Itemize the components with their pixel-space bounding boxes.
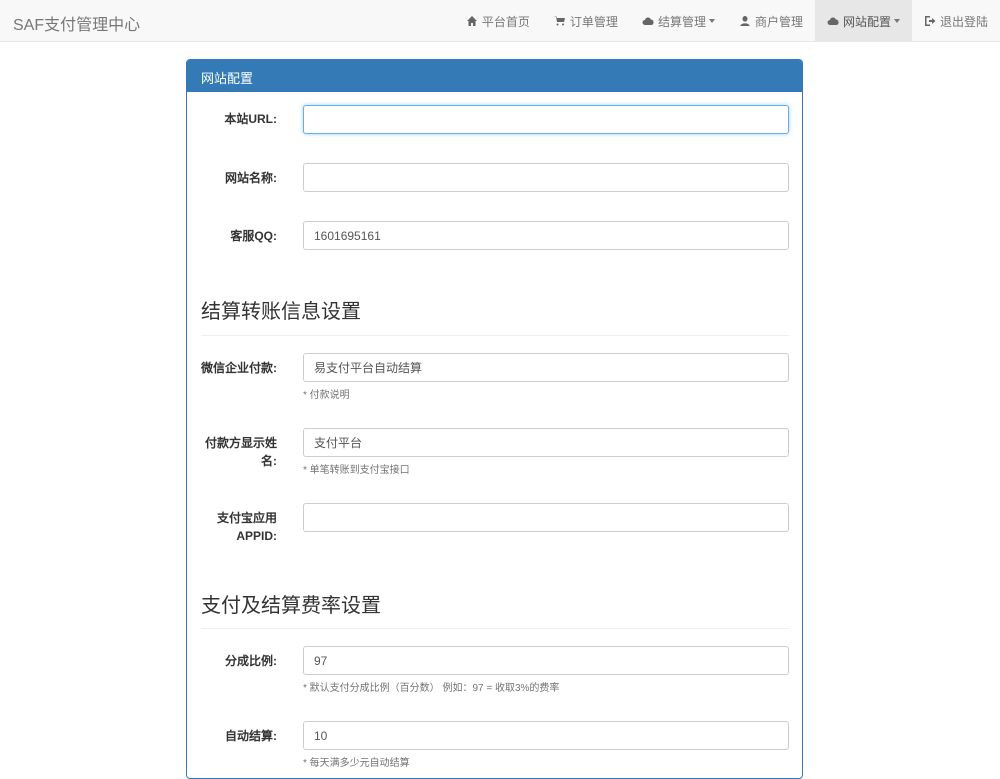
nav-label-site-config: 网站配置 <box>842 14 891 29</box>
section-title-transfer: 结算转账信息设置 <box>201 301 361 323</box>
nav-item-site-config[interactable]: 网站配置 <box>814 0 912 42</box>
alipay-appid-label: 支付宝应用APPID: <box>216 511 277 543</box>
nav-label-orders: 订单管理 <box>569 14 618 29</box>
qq-input[interactable] <box>303 221 789 250</box>
nav-item-logout[interactable]: 退出登陆 <box>912 0 1000 42</box>
user-icon <box>740 16 750 26</box>
wx-pay-input[interactable] <box>303 353 789 382</box>
site-url-input[interactable] <box>303 105 789 134</box>
home-icon <box>466 16 477 26</box>
section-title-rate: 支付及结算费率设置 <box>201 595 381 617</box>
wx-pay-help: * 付款说明 <box>303 390 350 401</box>
section-divider <box>201 335 789 336</box>
wx-pay-label: 微信企业付款: <box>201 361 277 375</box>
auto-settle-help: * 每天满多少元自动结算 <box>303 758 410 769</box>
site-url-label: 本站URL: <box>224 112 277 126</box>
site-name-input[interactable] <box>303 163 789 192</box>
site-config-panel: 网站配置 本站URL: 网站名称: 客服QQ: 结算转账信息设置 微信企业付款:… <box>186 59 803 779</box>
chevron-down-icon <box>708 19 715 23</box>
payer-name-help: * 单笔转账到支付宝接口 <box>303 465 410 476</box>
split-ratio-help: * 默认支付分成比例（百分数） 例如：97 = 收取3%的费率 <box>303 683 560 694</box>
split-ratio-label: 分成比例: <box>225 654 277 668</box>
nav-label-merchants: 商户管理 <box>754 14 803 29</box>
section-divider <box>201 628 789 629</box>
nav-item-settlement[interactable]: 结算管理 <box>630 0 727 42</box>
panel-title: 网站配置 <box>187 60 802 92</box>
nav-label-home: 平台首页 <box>481 14 530 29</box>
nav-item-orders[interactable]: 订单管理 <box>542 0 630 42</box>
main-nav: 平台首页 订单管理 结算管理 商户管理 网站配置 退出登陆 <box>454 0 1000 42</box>
cart-icon <box>553 16 565 26</box>
cloud-icon <box>827 17 839 25</box>
nav-item-merchants[interactable]: 商户管理 <box>727 0 815 42</box>
cloud-icon <box>642 17 654 25</box>
split-ratio-input[interactable] <box>303 646 789 675</box>
nav-item-home[interactable]: 平台首页 <box>454 0 542 42</box>
site-name-label: 网站名称: <box>225 171 277 185</box>
alipay-appid-input[interactable] <box>303 503 789 532</box>
payer-name-input[interactable] <box>303 428 789 457</box>
auto-settle-label: 自动结算: <box>225 729 277 743</box>
nav-label-logout: 退出登陆 <box>939 14 988 29</box>
payer-name-label: 付款方显示姓名: <box>204 436 277 468</box>
top-navbar: SAF支付管理中心 平台首页 订单管理 结算管理 商户管理 网站配置 退出登陆 <box>0 0 1000 42</box>
auto-settle-input[interactable] <box>303 721 789 750</box>
chevron-down-icon <box>893 19 900 23</box>
qq-label: 客服QQ: <box>230 229 277 243</box>
logout-icon <box>924 16 936 26</box>
brand-title[interactable]: SAF支付管理中心 <box>13 11 140 35</box>
nav-label-settlement: 结算管理 <box>657 14 706 29</box>
